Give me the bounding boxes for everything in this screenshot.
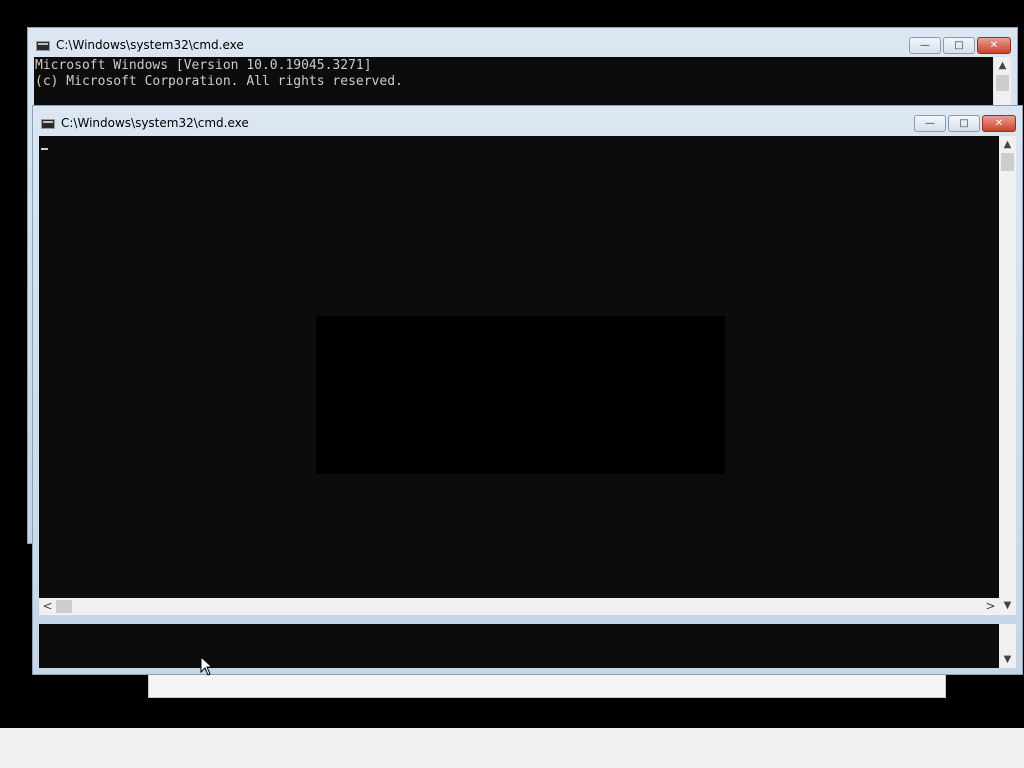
console-line: Microsoft Windows [Version 10.0.19045.32… xyxy=(35,58,372,73)
cmd-window-foreground[interactable]: C:\Windows\system32\cmd.exe — □ ✕ ▲ < > … xyxy=(32,105,1023,675)
blank-overlay xyxy=(316,316,725,474)
background-window-edge xyxy=(148,674,946,698)
console-output[interactable] xyxy=(39,136,999,598)
scroll-up-icon[interactable]: ▲ xyxy=(999,136,1016,153)
maximize-button[interactable]: □ xyxy=(943,37,975,54)
console-output-lower[interactable] xyxy=(39,624,999,668)
title-bar[interactable]: C:\Windows\system32\cmd.exe — □ ✕ xyxy=(33,106,1022,136)
scroll-down-icon[interactable]: ▼ xyxy=(999,651,1016,668)
scroll-down-icon[interactable]: ▼ xyxy=(999,598,1016,615)
scroll-up-icon[interactable]: ▲ xyxy=(994,57,1011,74)
minimize-button[interactable]: — xyxy=(909,37,941,54)
scrollbar-thumb[interactable] xyxy=(996,75,1009,91)
mouse-pointer-icon xyxy=(200,656,214,676)
window-title: C:\Windows\system32\cmd.exe xyxy=(61,116,249,130)
scrollbar-thumb[interactable] xyxy=(1001,153,1014,171)
text-cursor xyxy=(41,148,48,150)
scrollbar-thumb[interactable] xyxy=(56,600,72,613)
console-output[interactable]: Microsoft Windows [Version 10.0.19045.32… xyxy=(34,57,993,109)
cmd-console-icon xyxy=(41,119,55,129)
vertical-scrollbar-lower[interactable]: ▼ xyxy=(999,624,1016,668)
cmd-console-icon xyxy=(36,41,50,51)
vertical-scrollbar[interactable]: ▲ xyxy=(999,136,1016,598)
maximize-button[interactable]: □ xyxy=(948,115,980,132)
close-button[interactable]: ✕ xyxy=(977,37,1011,54)
close-button[interactable]: ✕ xyxy=(982,115,1016,132)
window-title: C:\Windows\system32\cmd.exe xyxy=(56,38,244,52)
scroll-left-icon[interactable]: < xyxy=(39,598,56,615)
scroll-right-icon[interactable]: > xyxy=(982,598,999,615)
console-line: (c) Microsoft Corporation. All rights re… xyxy=(35,74,403,89)
minimize-button[interactable]: — xyxy=(914,115,946,132)
title-bar[interactable]: C:\Windows\system32\cmd.exe — □ ✕ xyxy=(28,28,1017,58)
horizontal-scrollbar[interactable]: < > ▼ xyxy=(39,598,1016,615)
taskbar-area xyxy=(0,728,1024,768)
vertical-scrollbar[interactable]: ▲ xyxy=(994,57,1011,109)
